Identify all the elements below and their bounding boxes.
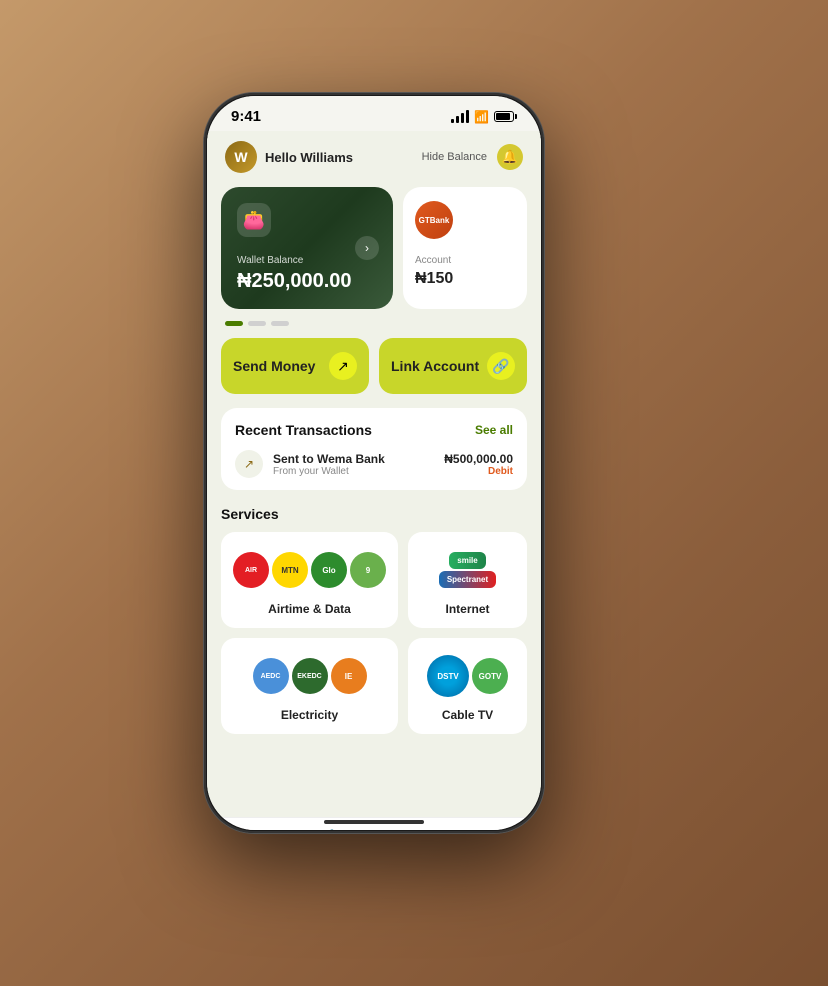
transactions-section: Recent Transactions See all ↗ Sent to We… [221, 408, 527, 490]
mtn-logo: MTN [272, 552, 308, 588]
balance-section: 👛 Wallet Balance ₦250,000.00 › GTBank Ac… [207, 181, 541, 319]
services-section: Services AIR MTN Glo 9 Airtime & Data [207, 500, 541, 744]
screen-content: W Hello Williams Hide Balance 🔔 👛 Wallet… [207, 131, 541, 817]
spectranet-logo: Spectranet [439, 571, 496, 588]
nav-transactions[interactable]: 📋 Transactions [291, 828, 375, 830]
home-indicator [324, 820, 424, 824]
dot-1 [248, 321, 266, 326]
spectranet-container: smile Spectranet [439, 552, 496, 588]
more-nav-icon: ··· [489, 829, 509, 830]
aedc-logo: AEDC [253, 658, 289, 694]
wallet-amount: ₦250,000.00 [237, 270, 377, 293]
nav-accounts[interactable]: 🏛 Accounts [374, 828, 458, 830]
airtime-data-card[interactable]: AIR MTN Glo 9 Airtime & Data [221, 532, 398, 628]
wifi-icon: 📶 [474, 110, 489, 124]
airtime-logos: AIR MTN Glo 9 [233, 548, 386, 592]
tx-right: ₦500,000.00 Debit [444, 452, 513, 477]
dot-2 [271, 321, 289, 326]
internet-card[interactable]: smile Spectranet Internet [408, 532, 527, 628]
tx-details: Sent to Wema Bank From your Wallet [273, 452, 385, 477]
send-money-button[interactable]: Send Money ↗ [221, 338, 369, 394]
transactions-header: Recent Transactions See all [235, 422, 513, 438]
tx-left: ↗ Sent to Wema Bank From your Wallet [235, 450, 385, 478]
transactions-nav-icon: 📋 [320, 828, 345, 830]
tx-type: Debit [444, 466, 513, 477]
bank-amount: ₦150 [415, 270, 515, 288]
cable-tv-label: Cable TV [442, 708, 493, 722]
link-account-icon: 🔗 [487, 352, 515, 380]
tx-name: Sent to Wema Bank [273, 452, 385, 466]
ekedc-logo: EKEDC [292, 658, 328, 694]
dot-active [225, 321, 243, 326]
notification-bell-icon[interactable]: 🔔 [497, 144, 523, 170]
smile-logo: smile [449, 552, 485, 569]
see-all-button[interactable]: See all [475, 423, 513, 437]
status-icons: 📶 [451, 110, 517, 124]
signal-icon [451, 110, 469, 123]
send-money-icon: ↗ [329, 352, 357, 380]
home-nav-icon: 🏠 [236, 828, 261, 830]
airtel-logo: AIR [233, 552, 269, 588]
electricity-logos: AEDC EKEDC IE [253, 654, 367, 698]
services-grid: AIR MTN Glo 9 Airtime & Data smile Spec [221, 532, 527, 734]
hide-balance-button[interactable]: Hide Balance [422, 151, 487, 163]
bank-label: Account [415, 255, 515, 266]
electricity-card[interactable]: AEDC EKEDC IE Electricity [221, 638, 398, 734]
status-time: 9:41 [231, 108, 261, 125]
9mobile-logo: 9 [350, 552, 386, 588]
gotv-logo: GOTV [472, 658, 508, 694]
wallet-arrow-icon: › [355, 236, 379, 260]
status-bar: 9:41 📶 [207, 96, 541, 131]
electricity-label: Electricity [281, 708, 338, 722]
wallet-label: Wallet Balance [237, 255, 377, 266]
battery-icon [494, 111, 517, 122]
wallet-card[interactable]: 👛 Wallet Balance ₦250,000.00 › [221, 187, 393, 309]
internet-logos: smile Spectranet [439, 548, 496, 592]
gtbank-logo: GTBank [415, 201, 453, 239]
bottom-spacer [207, 744, 541, 754]
transactions-title: Recent Transactions [235, 422, 372, 438]
tx-sub: From your Wallet [273, 466, 385, 477]
greeting-text: Hello Williams [265, 150, 353, 165]
airtime-data-label: Airtime & Data [268, 602, 351, 616]
bank-card[interactable]: GTBank Account ₦150 [403, 187, 527, 309]
internet-label: Internet [445, 602, 489, 616]
accounts-nav-icon: 🏛 [403, 828, 428, 830]
phone-shell: 9:41 📶 [204, 93, 544, 833]
carousel-dots [207, 319, 541, 334]
link-account-label: Link Account [391, 358, 479, 374]
header-right: Hide Balance 🔔 [422, 144, 523, 170]
transaction-item[interactable]: ↗ Sent to Wema Bank From your Wallet ₦50… [235, 450, 513, 478]
header: W Hello Williams Hide Balance 🔔 [207, 131, 541, 181]
avatar: W [225, 141, 257, 173]
services-title: Services [221, 506, 527, 522]
wallet-icon: 👛 [237, 203, 271, 237]
cable-logos: DSTV GOTV [427, 654, 508, 698]
dstv-logo: DSTV [427, 655, 469, 697]
send-money-label: Send Money [233, 358, 315, 374]
quick-actions: Send Money ↗ Link Account 🔗 [207, 334, 541, 404]
tx-amount: ₦500,000.00 [444, 452, 513, 466]
user-info: W Hello Williams [225, 141, 353, 173]
link-account-button[interactable]: Link Account 🔗 [379, 338, 527, 394]
cable-tv-card[interactable]: DSTV GOTV Cable TV [408, 638, 527, 734]
glo-logo: Glo [311, 552, 347, 588]
tx-arrow-icon: ↗ [235, 450, 263, 478]
ie-logo: IE [331, 658, 367, 694]
